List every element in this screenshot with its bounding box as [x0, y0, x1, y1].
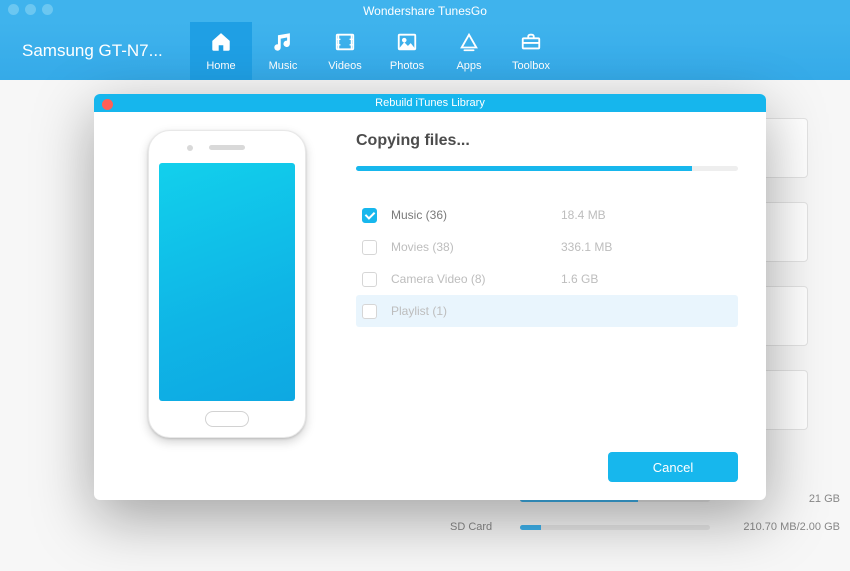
file-row-movies[interactable]: Movies (38) 336.1 MB	[356, 231, 738, 263]
modal-title: Rebuild iTunes Library	[375, 97, 485, 109]
file-row-playlist[interactable]: Playlist (1)	[356, 295, 738, 327]
file-label: Camera Video (8)	[391, 272, 561, 286]
file-size: 336.1 MB	[561, 240, 612, 254]
checkbox-icon[interactable]	[362, 272, 377, 287]
file-label: Movies (38)	[391, 240, 561, 254]
phone-sensor-icon	[187, 145, 193, 151]
phone-frame	[148, 130, 306, 438]
file-label: Playlist (1)	[391, 304, 561, 318]
modal-heading: Copying files...	[356, 132, 738, 150]
file-size: 18.4 MB	[561, 208, 606, 222]
modal-titlebar: Rebuild iTunes Library	[94, 94, 766, 112]
checkbox-icon[interactable]	[362, 240, 377, 255]
file-label: Music (36)	[391, 208, 561, 222]
phone-screen	[159, 163, 295, 401]
close-icon[interactable]	[102, 99, 113, 110]
checkbox-icon[interactable]	[362, 208, 377, 223]
file-row-music[interactable]: Music (36) 18.4 MB	[356, 199, 738, 231]
file-size: 1.6 GB	[561, 272, 598, 286]
file-row-camera-video[interactable]: Camera Video (8) 1.6 GB	[356, 263, 738, 295]
phone-illustration	[122, 130, 332, 438]
phone-home-button-icon	[205, 411, 249, 427]
phone-speaker-icon	[209, 145, 245, 150]
modal-overlay: Rebuild iTunes Library Copying files...	[0, 0, 850, 571]
checkbox-icon[interactable]	[362, 304, 377, 319]
progress-bar	[356, 166, 738, 171]
file-list: Music (36) 18.4 MB Movies (38) 336.1 MB …	[356, 199, 738, 327]
cancel-button[interactable]: Cancel	[608, 452, 738, 482]
rebuild-library-dialog: Rebuild iTunes Library Copying files...	[94, 94, 766, 500]
